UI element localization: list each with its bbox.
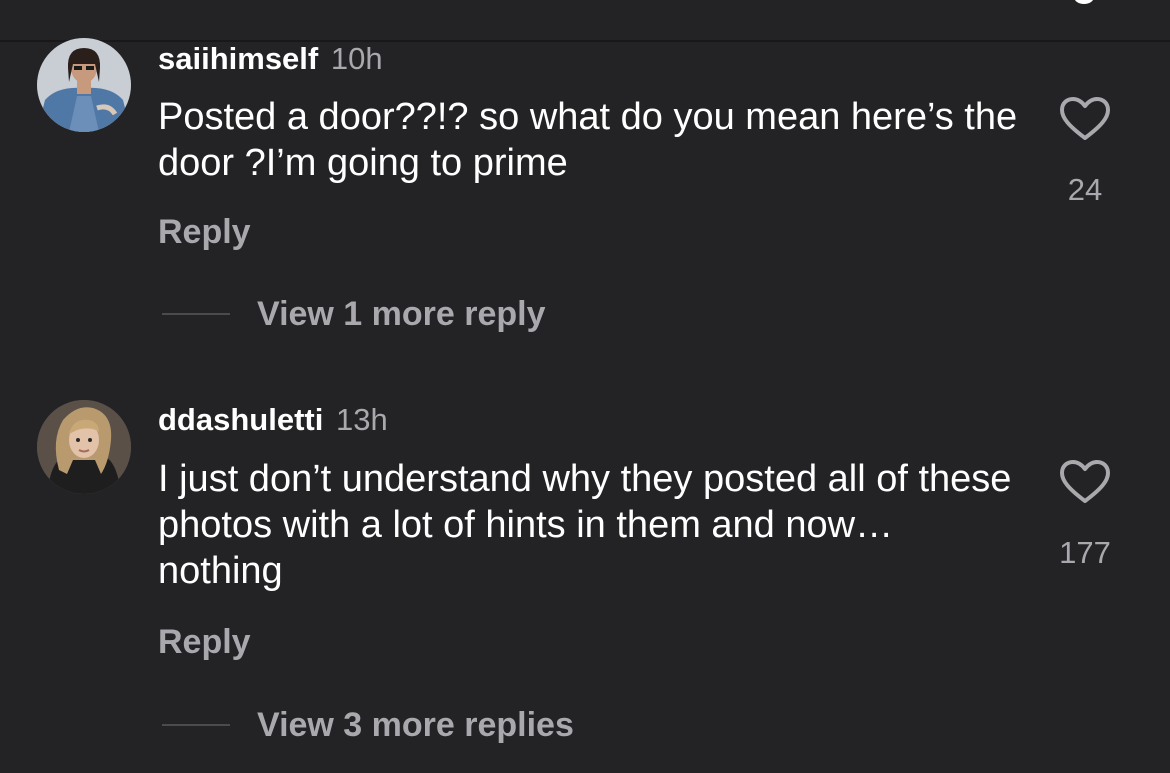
username[interactable]: ddashuletti	[158, 402, 323, 437]
avatar[interactable]	[37, 38, 131, 132]
timestamp: 10h	[330, 41, 383, 76]
view-more-replies-label: View 1 more reply	[257, 294, 546, 333]
like-count: 24	[1067, 172, 1103, 207]
comment-meta: saiihimself 10h	[158, 41, 383, 77]
view-more-replies-label: View 3 more replies	[257, 705, 574, 744]
replies-divider-line	[162, 313, 230, 315]
comment-text: Posted a door??!? so what do you mean he…	[158, 96, 1018, 184]
comments-screen: saiihimself 10h Posted a door??!? so wha…	[0, 0, 1170, 773]
reply-button[interactable]: Reply	[158, 213, 251, 252]
heart-outline-icon[interactable]	[1059, 459, 1111, 505]
view-more-replies-button[interactable]: View 3 more replies	[162, 705, 574, 745]
username[interactable]: saiihimself	[158, 41, 318, 76]
timestamp: 13h	[335, 402, 388, 437]
reply-button[interactable]: Reply	[158, 623, 251, 662]
top-menu-dot-icon[interactable]	[1074, 0, 1094, 4]
comment-text: I just don’t understand why they posted …	[158, 458, 1012, 592]
avatar[interactable]	[37, 400, 131, 494]
replies-divider-line	[162, 724, 230, 726]
view-more-replies-button[interactable]: View 1 more reply	[162, 294, 546, 334]
comment-meta: ddashuletti 13h	[158, 402, 388, 438]
avatar-image	[37, 38, 131, 132]
avatar-image	[37, 400, 131, 494]
like-count: 177	[1059, 535, 1111, 570]
heart-outline-icon[interactable]	[1059, 96, 1111, 142]
